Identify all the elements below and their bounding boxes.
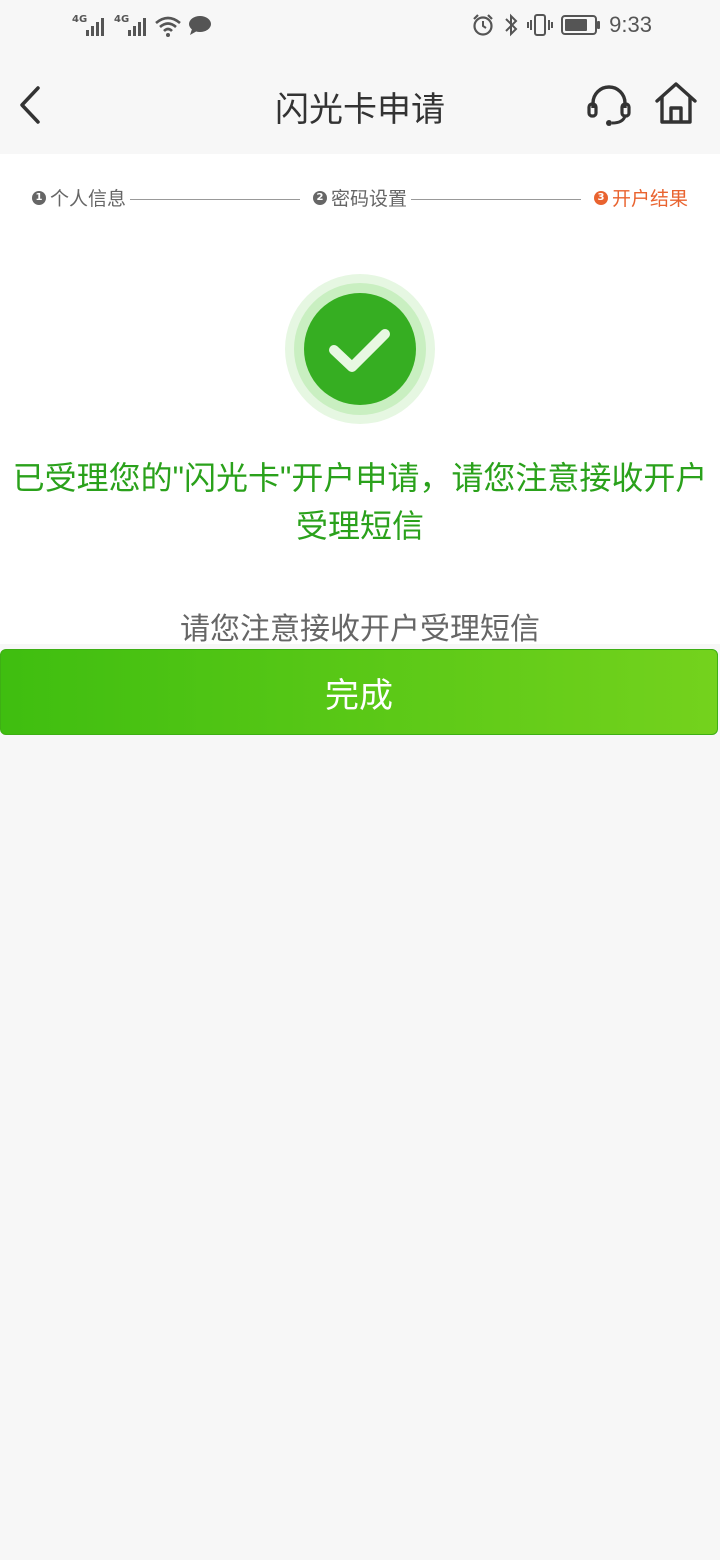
status-left: 4G 4G [70,12,212,40]
home-icon[interactable] [654,80,698,126]
cell-signal-icon-2: 4G [112,12,148,40]
battery-icon [561,15,601,35]
step-1-number: 1 [32,190,46,205]
done-button[interactable]: 完成 [0,649,718,735]
result-panel: 1 个人信息 2 密码设置 3 开户结果 已受理您的"闪光卡"开户申请，请您注意… [0,154,720,647]
cell-signal-icon: 4G [70,12,106,40]
alarm-icon [473,14,493,36]
wifi-icon [155,16,181,37]
step-2-label: 密码设置 [331,188,408,210]
network-type: 4G [72,14,88,25]
success-check-icon [285,274,435,424]
status-bar: 4G 4G 9:33 [0,0,720,56]
step-3-label: 开户结果 [612,188,689,210]
step-1: 1 个人信息 [32,184,126,211]
customer-service-icon[interactable] [586,82,632,128]
vibrate-icon [527,14,554,36]
step-1-label: 个人信息 [50,188,127,210]
clock: 9:33 [609,12,652,37]
status-right: 9:33 [471,12,652,38]
step-3-number: 3 [594,190,608,205]
step-indicator: 1 个人信息 2 密码设置 3 开户结果 [0,184,720,218]
sub-message: 请您注意接收开户受理短信 [180,612,540,647]
step-3: 3 开户结果 [594,184,688,211]
message-icon [189,16,211,35]
network-type-2: 4G [114,14,130,25]
step-2: 2 密码设置 [313,184,407,211]
nav-bar: 闪光卡申请 [0,56,720,154]
result-message: 已受理您的"闪光卡"开户申请，请您注意接收开户受理短信 [12,460,708,544]
bluetooth-icon [505,13,518,37]
step-2-number: 2 [313,190,327,205]
step-divider [130,199,300,200]
step-divider [411,199,581,200]
